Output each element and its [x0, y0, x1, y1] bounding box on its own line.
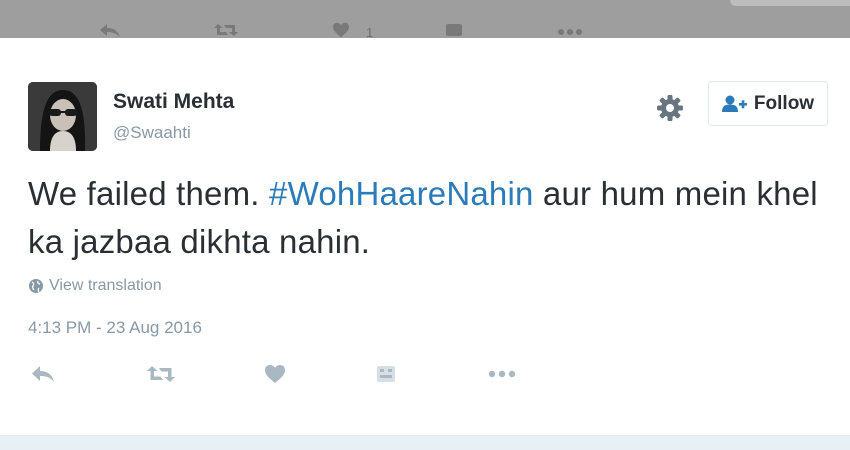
- bookmark-icon: [446, 24, 462, 36]
- avatar[interactable]: [28, 82, 97, 151]
- follow-label: Follow: [753, 92, 815, 114]
- retweet-icon: [147, 366, 175, 382]
- tweet-card: Swati Mehta @Swaahti Follow We failed th…: [0, 38, 850, 435]
- follow-button[interactable]: Follow: [708, 81, 828, 126]
- add-user-icon: [721, 95, 747, 112]
- more-icon: [488, 370, 516, 378]
- next-tweet-divider: [0, 435, 850, 450]
- hashtag-link[interactable]: #WohHaareNahin: [269, 175, 534, 212]
- retweet-button[interactable]: [146, 362, 176, 386]
- view-translation-link[interactable]: View translation: [28, 277, 162, 295]
- gear-icon[interactable]: [656, 94, 684, 122]
- avatar-photo: [28, 82, 97, 151]
- reply-icon: [100, 24, 120, 37]
- globe-icon: [29, 279, 43, 293]
- reply-icon: [32, 366, 54, 382]
- like-button[interactable]: [264, 362, 286, 386]
- heart-icon: [265, 365, 285, 383]
- background-corner: [730, 0, 850, 6]
- display-name[interactable]: Swati Mehta: [113, 90, 234, 114]
- bookmark-icon: [377, 366, 395, 382]
- retweet-icon: [214, 24, 238, 36]
- heart-icon: [333, 22, 349, 38]
- view-translation-label: View translation: [49, 277, 162, 294]
- background-tweet-actions: 1: [0, 0, 850, 38]
- tweet-text-before: We failed them.: [28, 175, 270, 212]
- background-like-count: 1: [366, 25, 374, 38]
- more-button[interactable]: [487, 362, 517, 386]
- more-icon: [558, 29, 582, 35]
- timestamp[interactable]: 4:13 PM - 23 Aug 2016: [28, 318, 202, 338]
- reply-button[interactable]: [30, 362, 56, 386]
- bookmark-button[interactable]: [376, 362, 396, 386]
- user-handle[interactable]: @Swaahti: [113, 123, 191, 143]
- tweet-text: We failed them. #WohHaareNahin aur hum m…: [28, 170, 818, 266]
